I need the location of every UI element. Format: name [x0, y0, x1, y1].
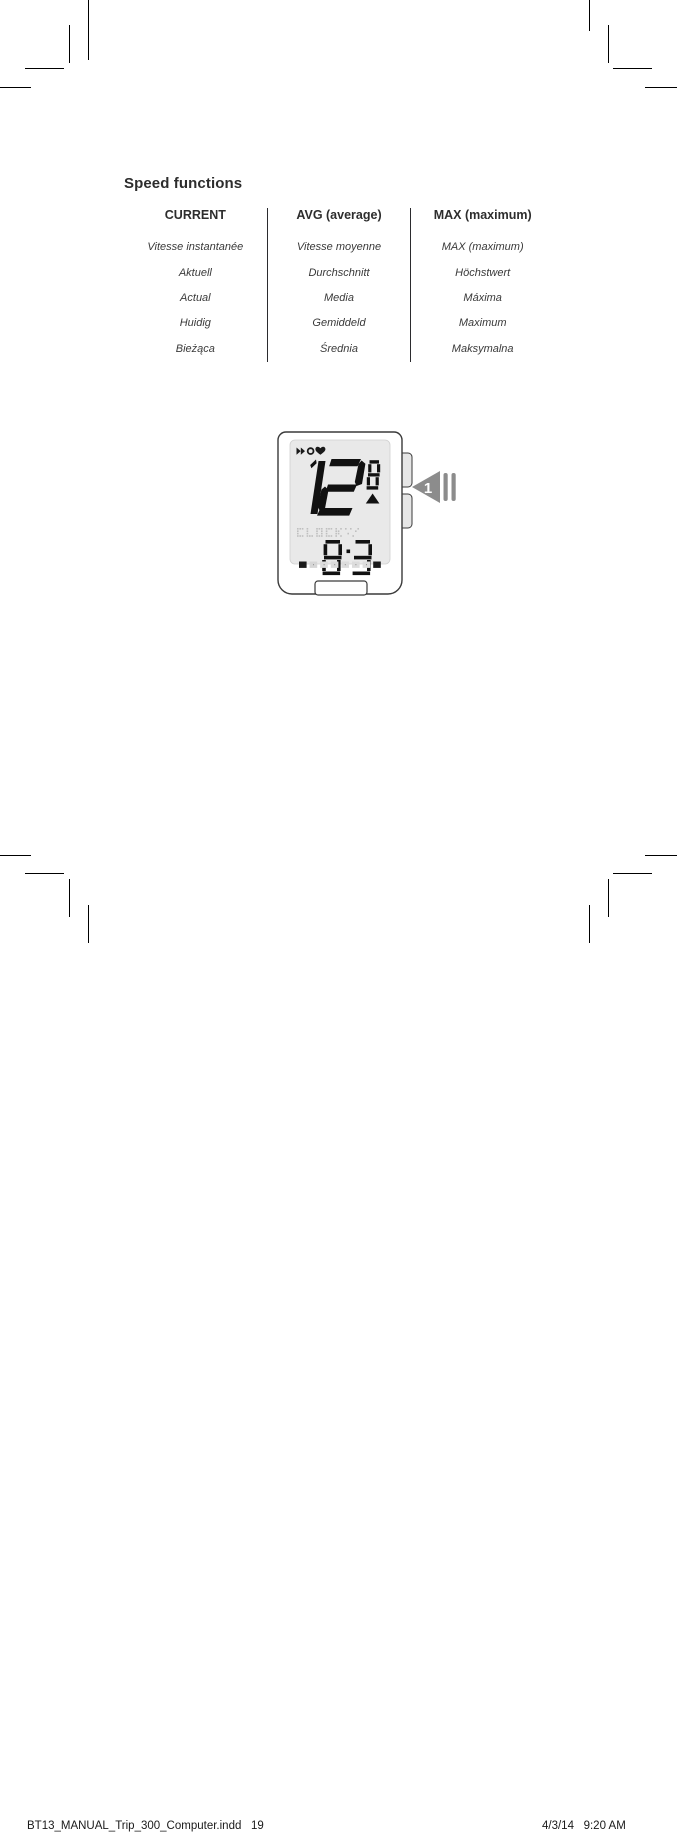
footer-spacer — [574, 1820, 584, 1832]
table-cell: Durchschnitt — [308, 266, 370, 279]
table-cell: MAX (maximum) — [441, 241, 524, 254]
table-column-avg: AVG (average) Vitesse moyenne Durchschni… — [266, 208, 411, 362]
table-cell: Maksymalna — [451, 342, 514, 355]
page-title: Speed functions — [124, 175, 243, 192]
callout-step-1: 1 — [410, 468, 465, 506]
crop-mark-tl-outer-h — [0, 87, 31, 88]
crop-mark-tl-inner-h — [25, 68, 64, 69]
table-cell: Vitesse moyenne — [296, 241, 382, 254]
table-cell: Actual — [180, 291, 211, 304]
crop-mark-tr-inner-v — [608, 25, 609, 63]
table-cell: Średnia — [320, 342, 358, 355]
callout-bar-1 — [443, 473, 448, 501]
crop-mark-tr-outer-h — [645, 87, 677, 88]
crop-mark-tr-inner-h — [613, 68, 652, 69]
table-cell: Máxima — [463, 291, 502, 304]
table-cell: Höchstwert — [455, 266, 511, 279]
table-column-current: CURRENT Vitesse instantanée Aktuell Actu… — [124, 208, 267, 362]
footer-filename: BT13_MANUAL_Trip_300_Computer.indd — [27, 1820, 242, 1832]
crop-mark-tl-inner-v — [69, 25, 70, 63]
column-header: MAX (maximum) — [433, 208, 532, 222]
table-cell: Bieżąca — [175, 342, 215, 355]
table-cell: Media — [324, 291, 354, 304]
footer-spacer — [241, 1820, 251, 1832]
footer-date: 4/3/14 — [542, 1820, 574, 1832]
column-header: CURRENT — [164, 208, 226, 222]
table-cell: Aktuell — [178, 266, 212, 279]
crop-mark-bl-inner-h — [25, 873, 64, 874]
table-column-max: MAX (maximum) MAX (maximum) Höchstwert M… — [410, 208, 554, 362]
speed-functions-table: CURRENT Vitesse instantanée Aktuell Actu… — [124, 208, 554, 362]
callout-bar-2 — [451, 473, 456, 501]
crop-mark-br-inner-h — [613, 873, 652, 874]
footer-page-number: 19 — [250, 1820, 264, 1832]
page-footer: BT13_MANUAL_Trip_300_Computer.indd 19 4/… — [0, 903, 677, 1832]
crop-mark-br-outer-h — [645, 855, 677, 856]
table-cell: Huidig — [179, 317, 211, 330]
footer-time: 9:20 AM — [583, 1820, 626, 1832]
bike-computer-illustration — [268, 418, 468, 618]
crop-mark-tr-outer-v — [589, 0, 590, 31]
table-cell: Maximum — [458, 317, 507, 330]
callout-number: 1 — [424, 480, 432, 497]
crop-mark-tl-outer-v — [88, 0, 89, 60]
table-cell: Vitesse instantanée — [147, 241, 244, 254]
footer-timestamp-group: 4/3/14 9:20 AM — [542, 1820, 626, 1832]
table-cell: Gemiddeld — [312, 317, 366, 330]
crop-mark-bl-outer-h — [0, 855, 31, 856]
footer-filename-group: BT13_MANUAL_Trip_300_Computer.indd 19 — [27, 1820, 264, 1832]
page-canvas: Speed functions CURRENT Vitesse instanta… — [0, 0, 677, 1832]
column-header: AVG (average) — [296, 208, 382, 222]
bottom-button — [314, 580, 368, 596]
